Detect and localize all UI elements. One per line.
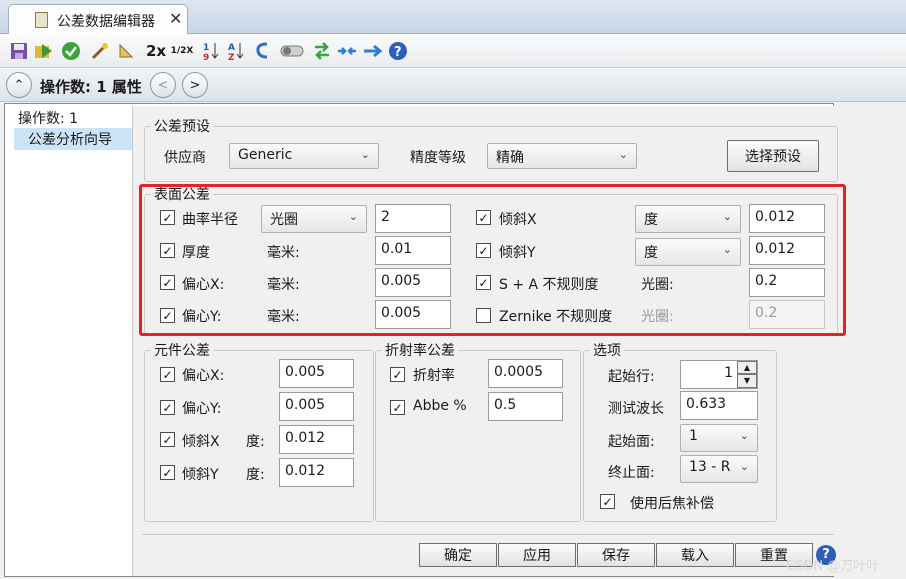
element-decy-checkbox[interactable]: ✓ xyxy=(160,400,175,415)
footer-divider xyxy=(142,534,834,535)
element-tilty-checkbox[interactable]: ✓ xyxy=(160,465,175,480)
save-button[interactable]: 保存 xyxy=(577,543,655,567)
toolbar: 2x 1/2X 19 AZ ? xyxy=(0,34,906,68)
start-row-label: 起始行: xyxy=(608,369,655,385)
zoom-half-icon[interactable]: 1/2X xyxy=(170,40,194,62)
wavelength-label: 测试波长 xyxy=(608,401,664,417)
collapse-icon[interactable]: ⌃ xyxy=(6,72,32,98)
chevron-down-icon: ⌄ xyxy=(739,429,749,442)
index-input[interactable]: 0.0005 xyxy=(488,359,563,388)
save-icon[interactable] xyxy=(8,40,30,62)
start-face-value: 1 xyxy=(689,428,698,444)
prev-button[interactable]: < xyxy=(150,72,176,98)
ok-button[interactable]: 确定 xyxy=(419,543,497,567)
end-face-label: 终止面: xyxy=(608,465,655,481)
abbe-input[interactable]: 0.5 xyxy=(488,392,563,421)
element-decx-checkbox[interactable]: ✓ xyxy=(160,367,175,382)
svg-text:9: 9 xyxy=(203,53,209,61)
merge-icon[interactable] xyxy=(336,40,358,62)
nav-tree: 操作数: 1 公差分析向导 xyxy=(8,106,132,576)
element-tiltx-label: 倾斜X xyxy=(182,434,220,450)
toggle-icon[interactable] xyxy=(279,40,305,62)
next-button[interactable]: > xyxy=(182,72,208,98)
grade-value: 精确 xyxy=(496,150,524,166)
element-tilty-label: 倾斜Y xyxy=(182,467,219,483)
index-label: 折射率 xyxy=(413,368,455,384)
sort-alpha-icon[interactable]: AZ xyxy=(225,40,247,62)
spin-down-icon[interactable]: ▼ xyxy=(737,374,757,388)
backfocus-label: 使用后焦补偿 xyxy=(630,496,714,512)
svg-text:1: 1 xyxy=(203,43,209,53)
element-decx-input[interactable]: 0.005 xyxy=(279,359,354,388)
element-tilty-input[interactable]: 0.012 xyxy=(279,458,354,487)
abbe-label: Abbe % xyxy=(413,398,467,414)
element-decy-label: 偏心Y: xyxy=(182,401,222,417)
nav-item-operand[interactable]: 操作数: 1 xyxy=(18,108,78,128)
element-decy-input[interactable]: 0.005 xyxy=(279,392,354,421)
document-icon xyxy=(35,12,48,28)
highlight-annotation xyxy=(139,184,846,336)
wavelength-input[interactable]: 0.633 xyxy=(680,391,758,420)
svg-text:?: ? xyxy=(394,45,402,60)
end-face-select[interactable]: 13 - R ⌄ xyxy=(680,455,758,483)
close-icon[interactable]: ✕ xyxy=(169,9,182,28)
sort-numeric-icon[interactable]: 19 xyxy=(200,40,222,62)
operand-bar: ⌃ 操作数: 1 属性 < > xyxy=(0,68,906,102)
help-icon[interactable]: ? xyxy=(387,40,409,62)
svg-text:A: A xyxy=(228,43,235,53)
options-group-title: 选项 xyxy=(590,340,624,360)
preset-group-title: 公差预设 xyxy=(151,116,213,136)
start-face-label: 起始面: xyxy=(608,434,655,450)
grade-label: 精度等级 xyxy=(410,150,466,166)
nav-item-wizard[interactable]: 公差分析向导 xyxy=(14,128,132,150)
grade-select[interactable]: 精确 ⌄ xyxy=(487,143,637,169)
swap-icon[interactable] xyxy=(311,40,333,62)
element-tilty-unit: 度: xyxy=(246,467,265,483)
wizard-icon[interactable] xyxy=(89,40,111,62)
vendor-label: 供应商 xyxy=(164,150,206,166)
vendor-value: Generic xyxy=(238,147,293,163)
apply-button[interactable]: 应用 xyxy=(498,543,576,567)
backfocus-checkbox[interactable]: ✓ xyxy=(600,494,615,509)
select-preset-button[interactable]: 选择预设 xyxy=(727,140,819,172)
vendor-select[interactable]: Generic ⌄ xyxy=(229,143,379,169)
watermark: CSDN @万叶叶 xyxy=(786,559,880,574)
element-tiltx-input[interactable]: 0.012 xyxy=(279,425,354,454)
check-icon[interactable] xyxy=(60,40,82,62)
element-tiltx-checkbox[interactable]: ✓ xyxy=(160,432,175,447)
element-decx-label: 偏心X: xyxy=(182,368,225,384)
undo-icon[interactable] xyxy=(252,40,274,62)
chevron-down-icon: ⌄ xyxy=(739,460,749,473)
nav-item-wizard-label: 公差分析向导 xyxy=(28,132,112,148)
arrow-right-icon[interactable] xyxy=(362,40,384,62)
element-group-title: 元件公差 xyxy=(151,340,213,360)
svg-text:Z: Z xyxy=(228,53,235,61)
chevron-down-icon: ⌄ xyxy=(618,148,628,161)
open-icon[interactable] xyxy=(33,40,55,62)
index-group-title: 折射率公差 xyxy=(382,340,458,360)
zoom-2x-icon[interactable]: 2x xyxy=(143,40,169,62)
element-tiltx-unit: 度: xyxy=(246,434,265,450)
spin-up-icon[interactable]: ▲ xyxy=(737,361,757,374)
operand-label: 操作数: 1 属性 xyxy=(40,78,142,96)
load-button[interactable]: 载入 xyxy=(656,543,734,567)
tab-bar: 公差数据编辑器 ✕ xyxy=(0,0,906,34)
end-face-value: 13 - R xyxy=(689,459,731,475)
abbe-checkbox[interactable]: ✓ xyxy=(390,400,405,415)
tab-title: 公差数据编辑器 xyxy=(57,14,155,30)
chevron-down-icon: ⌄ xyxy=(360,148,370,161)
tab-tolerance-editor[interactable]: 公差数据编辑器 ✕ xyxy=(8,4,188,34)
ruler-icon[interactable] xyxy=(115,40,137,62)
index-checkbox[interactable]: ✓ xyxy=(390,367,405,382)
start-face-select[interactable]: 1 ⌄ xyxy=(680,424,758,452)
